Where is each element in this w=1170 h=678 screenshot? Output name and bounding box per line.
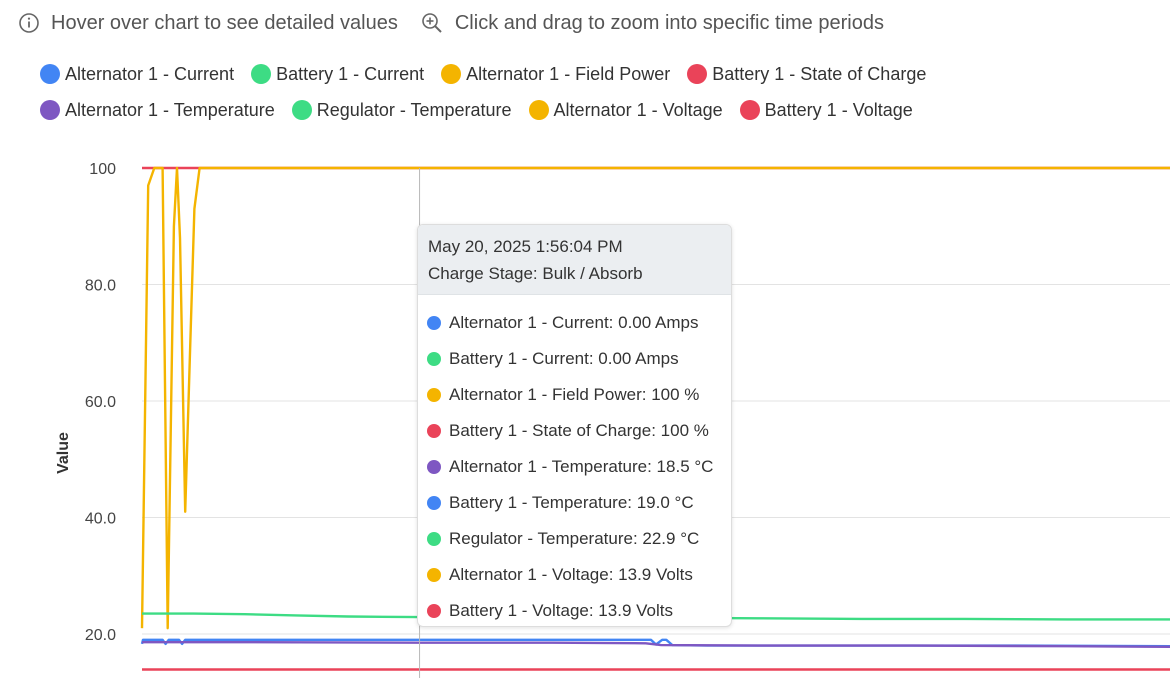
tooltip-row-text: Battery 1 - State of Charge: 100 %	[449, 421, 709, 440]
tooltip-row-text: Alternator 1 - Voltage: 13.9 Volts	[449, 565, 693, 584]
tooltip-header: May 20, 2025 1:56:04 PM Charge Stage: Bu…	[418, 225, 731, 295]
y-tick-label: 80.0	[85, 278, 116, 295]
tooltip-row-text: Battery 1 - Temperature: 19.0 °C	[449, 493, 694, 512]
y-tick-label: 60.0	[85, 394, 116, 411]
tooltip-row-text: Regulator - Temperature: 22.9 °C	[449, 529, 700, 548]
tooltip-row: Alternator 1 - Temperature: 18.5 °C	[418, 449, 731, 485]
tooltip-series-dot	[427, 460, 441, 474]
tooltip-series-dot	[427, 424, 441, 438]
tooltip-row-text: Alternator 1 - Field Power: 100 %	[449, 385, 700, 404]
tooltip-row-text: Battery 1 - Voltage: 13.9 Volts	[449, 601, 673, 620]
tooltip-row: Battery 1 - Voltage: 13.9 Volts	[418, 593, 731, 626]
tooltip-series-dot	[427, 316, 441, 330]
tooltip-row: Alternator 1 - Field Power: 100 %	[418, 377, 731, 413]
tooltip-series-dot	[427, 604, 441, 618]
tooltip-series-dot	[427, 352, 441, 366]
y-tick-label: 20.0	[85, 627, 116, 644]
tooltip-row: Alternator 1 - Current: 0.00 Amps	[418, 305, 731, 341]
tooltip-series-dot	[427, 532, 441, 546]
tooltip-row: Regulator - Temperature: 22.9 °C	[418, 521, 731, 557]
tooltip-charge-stage: Charge Stage: Bulk / Absorb	[428, 264, 643, 283]
tooltip-row-text: Battery 1 - Current: 0.00 Amps	[449, 349, 679, 368]
chart-tooltip: May 20, 2025 1:56:04 PM Charge Stage: Bu…	[417, 224, 732, 627]
y-tick-label: 100	[89, 161, 116, 178]
tooltip-row: Battery 1 - Temperature: 19.0 °C	[418, 485, 731, 521]
tooltip-row: Battery 1 - State of Charge: 100 %	[418, 413, 731, 449]
tooltip-series-dot	[427, 568, 441, 582]
tooltip-row-text: Alternator 1 - Temperature: 18.5 °C	[449, 457, 714, 476]
tooltip-row: Battery 1 - Current: 0.00 Amps	[418, 341, 731, 377]
y-axis-label: Value	[55, 432, 72, 474]
tooltip-row-text: Alternator 1 - Current: 0.00 Amps	[449, 313, 699, 332]
tooltip-series-dot	[427, 496, 441, 510]
tooltip-timestamp: May 20, 2025 1:56:04 PM	[428, 237, 623, 256]
y-tick-label: 40.0	[85, 511, 116, 528]
tooltip-series-dot	[427, 388, 441, 402]
tooltip-rows: Alternator 1 - Current: 0.00 Amps Battery…	[418, 295, 731, 626]
tooltip-row: Alternator 1 - Voltage: 13.9 Volts	[418, 557, 731, 593]
